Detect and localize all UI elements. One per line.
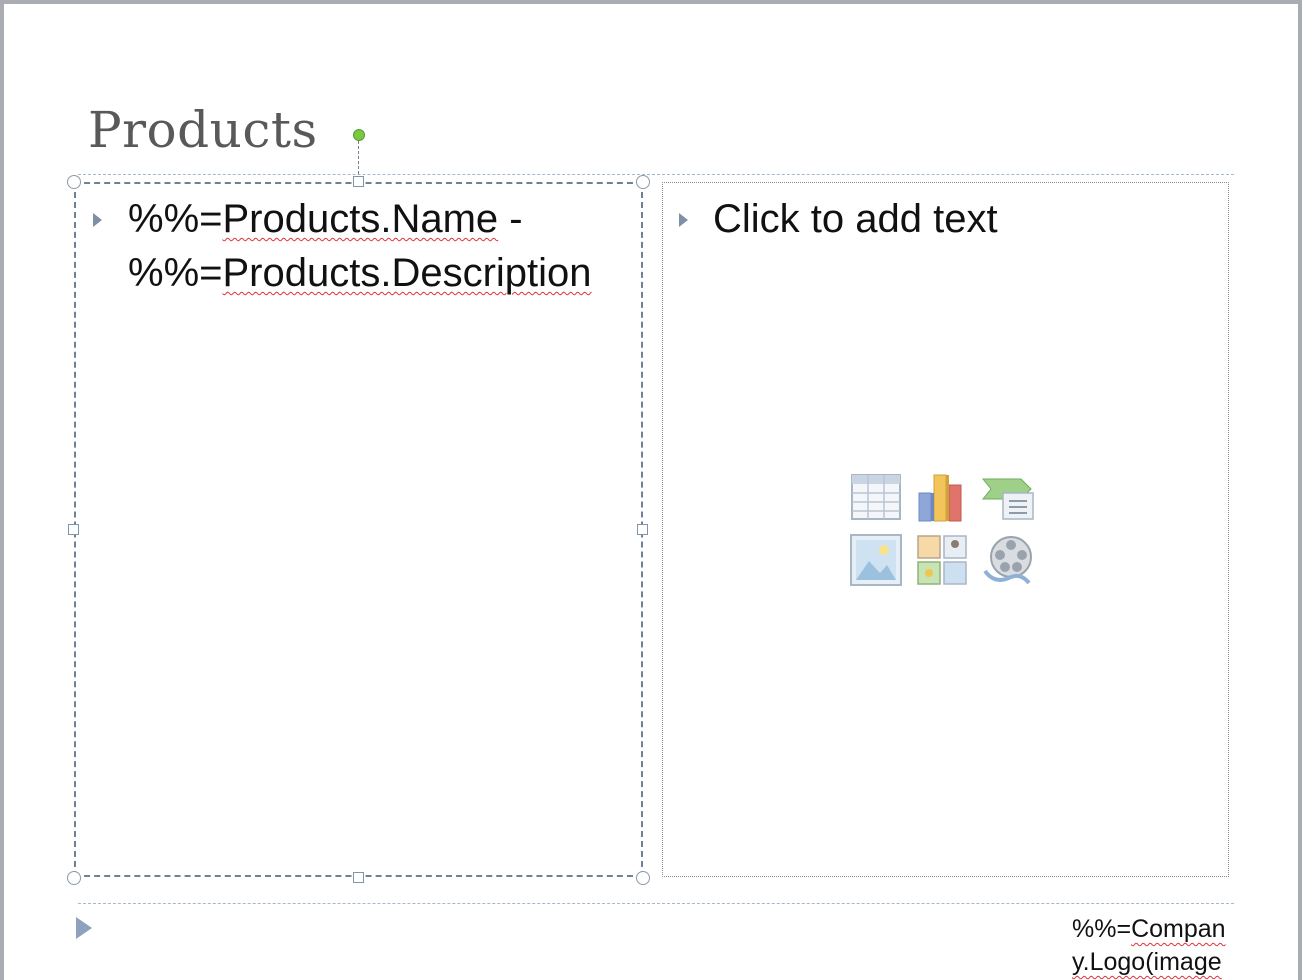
click-to-add-text[interactable]: Click to add text bbox=[713, 192, 998, 246]
footer-line-2: y.Logo(image bbox=[1072, 948, 1222, 976]
merge-field-products-name: Products.Name bbox=[222, 197, 499, 241]
rotation-handle[interactable] bbox=[353, 129, 365, 141]
resize-handle-bottom-right[interactable] bbox=[636, 871, 650, 885]
merge-field-prefix: %%= bbox=[128, 251, 223, 295]
insert-table-icon[interactable] bbox=[849, 471, 903, 525]
insert-smartart-icon[interactable] bbox=[981, 471, 1035, 525]
layout-guide-top bbox=[78, 174, 1234, 175]
resize-handle-bottom[interactable] bbox=[353, 872, 364, 883]
bullet-icon bbox=[93, 213, 102, 227]
resize-handle-left[interactable] bbox=[68, 524, 79, 535]
merge-field-prefix: %%= bbox=[128, 197, 223, 241]
bullet-text-description[interactable]: %%=Products.Description bbox=[128, 246, 592, 300]
resize-handle-top-left[interactable] bbox=[67, 175, 81, 189]
layout-guide-bottom bbox=[78, 903, 1234, 904]
insert-picture-icon[interactable] bbox=[849, 533, 903, 587]
resize-handle-bottom-left[interactable] bbox=[67, 871, 81, 885]
bullet-text-name[interactable]: %%=Products.Name - bbox=[128, 192, 523, 246]
bullet-icon bbox=[679, 213, 688, 227]
resize-handle-top[interactable] bbox=[353, 176, 364, 187]
slide-animation-icon[interactable] bbox=[76, 917, 92, 939]
resize-handle-top-right[interactable] bbox=[636, 175, 650, 189]
insert-clip-art-icon[interactable] bbox=[915, 533, 969, 587]
footer-logo-placeholder[interactable]: %%=Compan y.Logo(image bbox=[1072, 913, 1226, 979]
merge-field-prefix: %%= bbox=[1072, 915, 1132, 943]
slide-title[interactable]: Products bbox=[88, 98, 318, 162]
merge-field-company: Compan bbox=[1131, 915, 1226, 943]
insert-chart-icon[interactable] bbox=[915, 471, 969, 525]
separator-text: - bbox=[498, 197, 523, 241]
resize-handle-right[interactable] bbox=[637, 524, 648, 535]
merge-field-products-description: Products.Description bbox=[222, 251, 592, 295]
footer-line-1: %%=Compan bbox=[1072, 913, 1226, 946]
insert-media-icon[interactable] bbox=[981, 533, 1035, 587]
insert-content-icons bbox=[849, 471, 1039, 591]
